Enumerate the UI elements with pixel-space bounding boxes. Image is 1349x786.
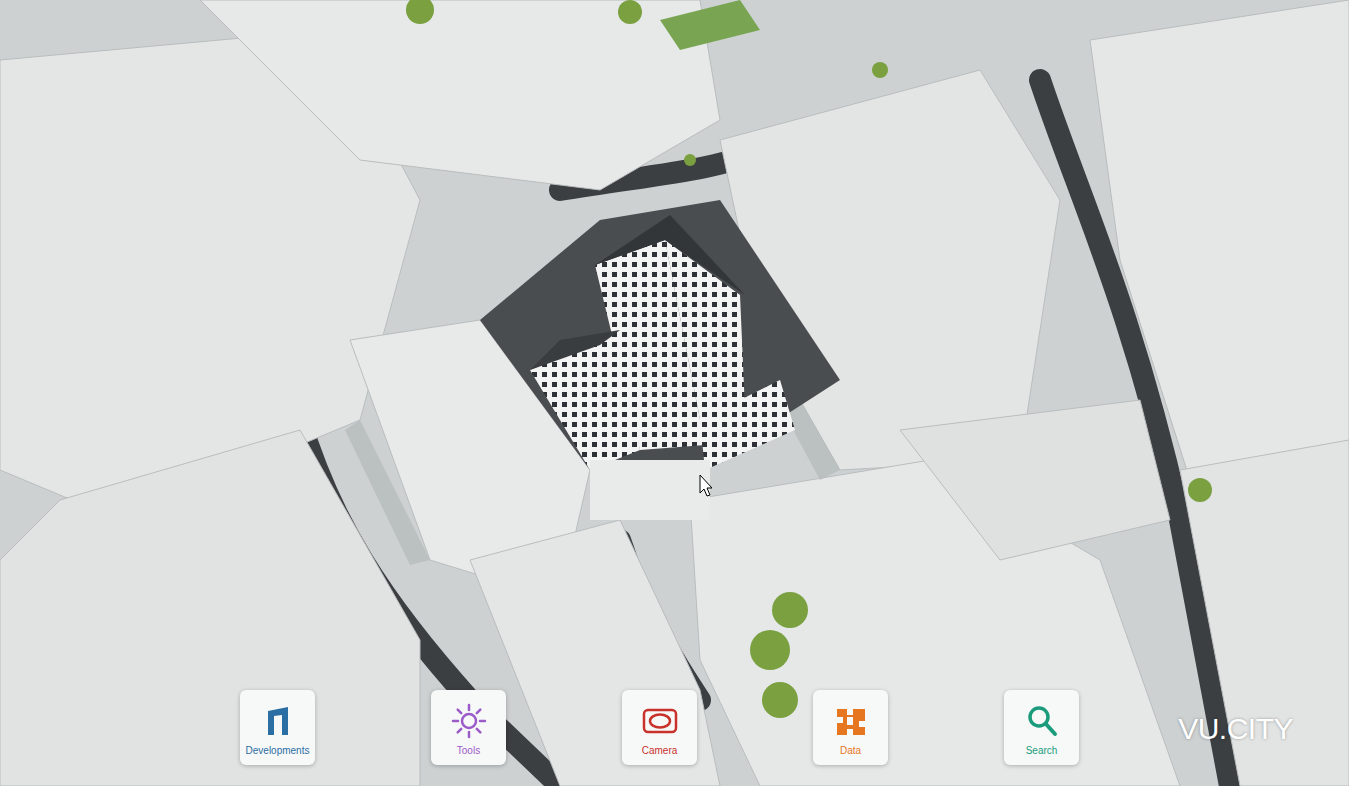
developments-icon (260, 703, 296, 739)
camera-icon (642, 703, 678, 739)
app-window: Developments Tools Camera Data Search VU.CIT… (0, 0, 1349, 786)
camera-button[interactable]: Camera (622, 690, 697, 765)
developments-button[interactable]: Developments (240, 690, 315, 765)
button-label: Tools (457, 745, 480, 757)
data-icon (833, 703, 869, 739)
tools-button[interactable]: Tools (431, 690, 506, 765)
button-label: Camera (642, 745, 678, 757)
toolbar: Developments Tools Camera Data Search (240, 690, 1079, 765)
button-label: Search (1026, 745, 1058, 757)
tools-icon (451, 703, 487, 739)
data-button[interactable]: Data (813, 690, 888, 765)
search-button[interactable]: Search (1004, 690, 1079, 765)
search-icon (1024, 703, 1060, 739)
logo: VU.CITY (1174, 710, 1297, 748)
button-label: Developments (246, 745, 310, 757)
button-label: Data (840, 745, 861, 757)
mouse-cursor-icon (700, 475, 712, 496)
city-3d-view[interactable] (0, 0, 1349, 786)
